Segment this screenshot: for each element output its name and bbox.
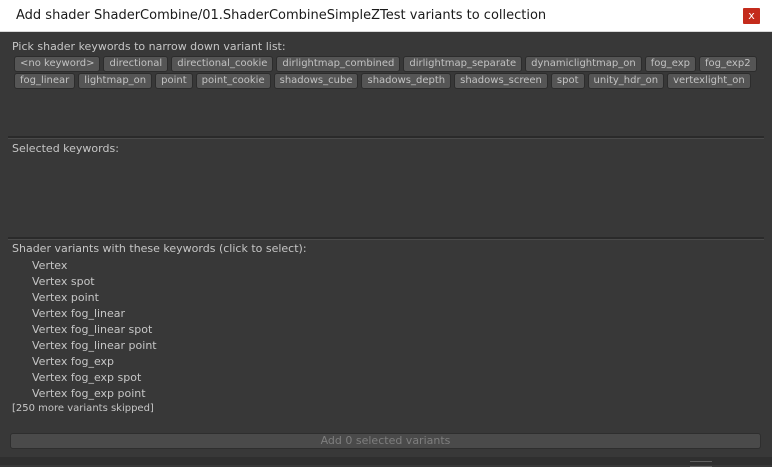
keyword-chip-row-2: fog_linear lightmap_on point point_cooki… xyxy=(14,73,759,90)
keyword-chips: <no keyword> directional directional_coo… xyxy=(14,56,759,90)
dialog-content: Pick shader keywords to narrow down vari… xyxy=(0,32,772,467)
keywords-label: Pick shader keywords to narrow down vari… xyxy=(12,40,286,53)
keyword-chip[interactable]: unity_hdr_on xyxy=(587,73,665,89)
variant-item[interactable]: Vertex fog_linear point xyxy=(32,339,157,352)
keyword-chip[interactable]: shadows_cube xyxy=(273,73,359,89)
keyword-chip[interactable]: directional xyxy=(103,56,169,72)
selected-keywords-label: Selected keywords: xyxy=(12,142,119,155)
close-icon: x xyxy=(748,9,755,22)
keyword-chip[interactable]: directional_cookie xyxy=(171,56,274,72)
variant-item[interactable]: Vertex fog_exp point xyxy=(32,387,146,400)
keyword-chip[interactable]: fog_linear xyxy=(14,73,76,89)
keyword-chip[interactable]: <no keyword> xyxy=(14,56,101,72)
bottom-strip xyxy=(0,457,772,465)
title-bar: Add shader ShaderCombine/01.ShaderCombin… xyxy=(0,0,772,32)
variant-item[interactable]: Vertex fog_exp spot xyxy=(32,371,141,384)
keyword-chip[interactable]: shadows_screen xyxy=(454,73,548,89)
variants-label: Shader variants with these keywords (cli… xyxy=(12,242,307,255)
close-button[interactable]: x xyxy=(743,8,760,24)
keyword-chip[interactable]: shadows_depth xyxy=(361,73,452,89)
keyword-chip[interactable]: point xyxy=(155,73,193,89)
variant-item[interactable]: Vertex point xyxy=(32,291,99,304)
keyword-chip[interactable]: fog_exp2 xyxy=(698,56,757,72)
keyword-chip[interactable]: point_cookie xyxy=(195,73,271,89)
window-title: Add shader ShaderCombine/01.ShaderCombin… xyxy=(16,8,547,23)
section-divider xyxy=(8,237,764,240)
selected-keywords-area xyxy=(12,158,760,232)
variant-item[interactable]: Vertex fog_exp xyxy=(32,355,114,368)
skipped-variants-note: [250 more variants skipped] xyxy=(12,403,154,414)
keyword-chip-row-1: <no keyword> directional directional_coo… xyxy=(14,56,759,73)
keyword-chip[interactable]: spot xyxy=(550,73,585,89)
add-variants-button[interactable]: Add 0 selected variants xyxy=(10,433,761,449)
section-divider xyxy=(8,136,764,139)
resize-grip-icon[interactable] xyxy=(690,461,712,467)
keyword-chip[interactable]: dirlightmap_separate xyxy=(403,56,523,72)
keyword-chip[interactable]: vertexlight_on xyxy=(667,73,751,89)
keyword-chip[interactable]: dirlightmap_combined xyxy=(276,56,401,72)
keyword-chip[interactable]: fog_exp xyxy=(644,56,696,72)
variant-item[interactable]: Vertex fog_linear xyxy=(32,307,125,320)
variant-item[interactable]: Vertex spot xyxy=(32,275,95,288)
variant-item[interactable]: Vertex fog_linear spot xyxy=(32,323,152,336)
keyword-chip[interactable]: lightmap_on xyxy=(78,73,153,89)
keyword-chip[interactable]: dynamiclightmap_on xyxy=(525,56,642,72)
variant-item[interactable]: Vertex xyxy=(32,259,67,272)
